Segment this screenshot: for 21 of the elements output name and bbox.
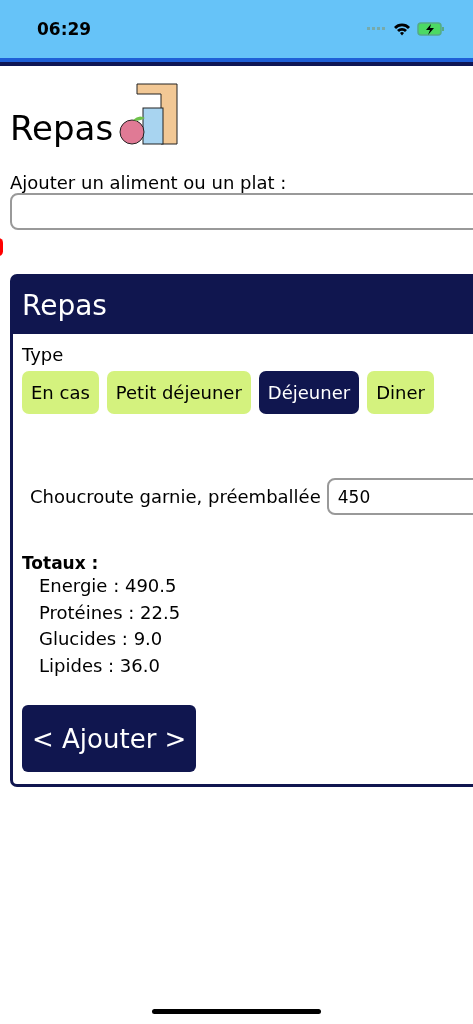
signal-icon bbox=[367, 27, 387, 31]
totals-label: Totaux : bbox=[22, 553, 100, 573]
food-name: Choucroute garnie, préemballée bbox=[30, 486, 321, 507]
meal-type-button[interactable]: Diner bbox=[367, 371, 434, 414]
total-line: Lipides : 36.0 bbox=[38, 653, 161, 678]
meal-type-button[interactable]: Petit déjeuner bbox=[106, 371, 251, 414]
search-label: Ajouter un aliment ou un plat : bbox=[10, 172, 288, 193]
meal-type-button[interactable]: Déjeuner bbox=[258, 371, 360, 414]
wifi-icon bbox=[393, 22, 411, 36]
status-time: 06:29 bbox=[37, 19, 92, 39]
page-title: Repas bbox=[10, 108, 114, 148]
total-line: Glucides : 9.0 bbox=[38, 627, 164, 651]
add-button[interactable]: < Ajouter > bbox=[22, 705, 197, 772]
meal-type-button[interactable]: En cas bbox=[22, 371, 99, 414]
search-field[interactable] bbox=[10, 193, 473, 230]
total-line: Protéines : 22.5 bbox=[38, 600, 182, 625]
total-line: Energie : 490.5 bbox=[38, 574, 178, 598]
quantity-field[interactable]: 450 bbox=[326, 478, 473, 515]
battery-icon bbox=[417, 22, 445, 36]
card-title: Repas bbox=[13, 277, 473, 334]
type-label: Type bbox=[22, 344, 65, 365]
